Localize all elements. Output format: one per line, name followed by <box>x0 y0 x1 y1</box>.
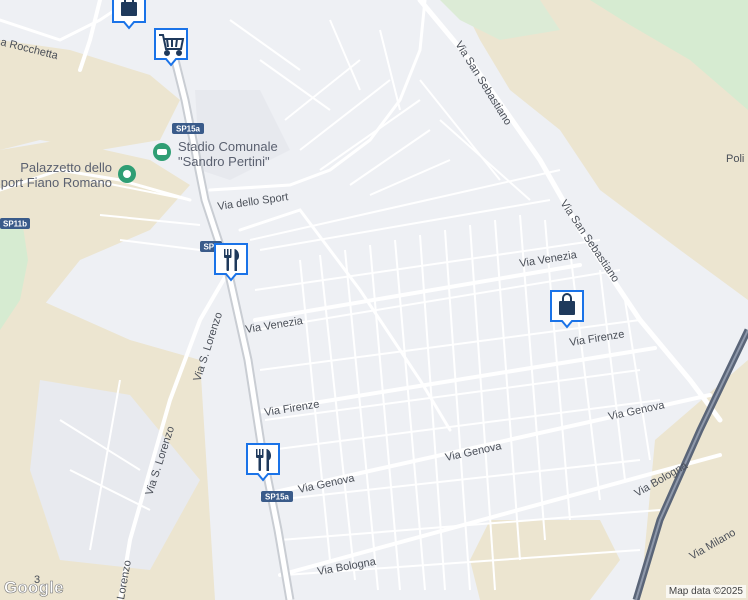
shopping-bag-marker[interactable] <box>111 0 147 30</box>
shopping-bag-icon <box>121 0 137 16</box>
poi-label-palazzetto[interactable]: Palazzetto dello <box>20 160 112 175</box>
shopping-cart-marker[interactable] <box>153 27 189 67</box>
poi-label-palazzetto[interactable]: Sport Fiano Romano <box>0 175 112 190</box>
street-label: Poli <box>726 153 744 165</box>
poi-label-stadium[interactable]: "Sandro Pertini" <box>178 154 270 169</box>
map-canvas[interactable]: SP15a SP11b SP1 SP15a a Rocchetta Via de… <box>0 0 748 600</box>
poi-label-stadium[interactable]: Stadio Comunale <box>178 139 278 154</box>
road-shield-sp11b: SP11b <box>0 218 30 229</box>
road-shield-sp15a-top: SP15a <box>172 123 204 134</box>
stadium-icon[interactable] <box>153 143 171 161</box>
restaurant-marker[interactable] <box>245 442 281 482</box>
restaurant-marker[interactable] <box>213 242 249 282</box>
road-shield-sp15a-bottom: SP15a <box>261 491 293 502</box>
svg-text:SP11b: SP11b <box>3 220 27 229</box>
svg-text:SP15a: SP15a <box>265 493 290 502</box>
google-logo: Google <box>4 578 64 598</box>
shopping-bag-marker[interactable] <box>549 289 585 329</box>
map-attribution[interactable]: Map data ©2025 <box>665 585 746 598</box>
sports-hall-icon[interactable] <box>118 165 136 183</box>
svg-text:SP15a: SP15a <box>176 125 201 134</box>
